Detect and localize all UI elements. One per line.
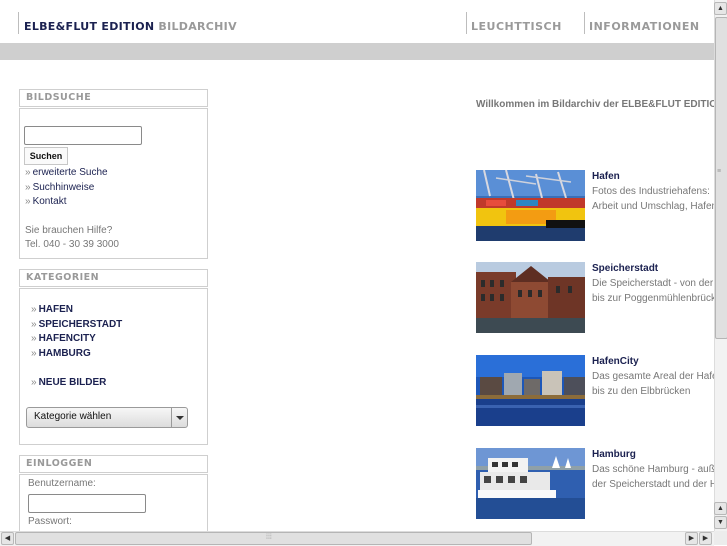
category-label: HAMBURG: [38, 348, 91, 359]
link-arrow: »: [25, 196, 31, 207]
category-neue-bilder[interactable]: » NEUE BILDER: [31, 377, 106, 388]
category-select[interactable]: Kategorie wählen: [26, 407, 188, 428]
scroll-right-icon[interactable]: ▶: [685, 532, 698, 545]
category-hafen[interactable]: » HAFEN: [31, 304, 73, 315]
link-label: Kontakt: [32, 196, 67, 207]
vertical-scroll-thumb[interactable]: [715, 17, 727, 339]
username-field[interactable]: [28, 494, 146, 513]
help-phone: Tel. 040 - 30 39 3000: [25, 239, 119, 250]
link-arrow: »: [31, 333, 37, 344]
help-question: Sie brauchen Hilfe?: [25, 225, 113, 236]
categories-panel-header: KATEGORIEN: [19, 269, 208, 287]
brand-subtitle: BILDARCHIV: [158, 20, 237, 33]
welcome-heading: Willkommen im Bildarchiv der ELBE&FLUT E…: [476, 99, 725, 110]
section-desc-line: Das schöne Hamburg - außer: [592, 464, 724, 475]
section-desc-speicherstadt: Die Speicherstadt - von der bis zur Pogg…: [592, 276, 722, 306]
thumb-hamburg[interactable]: [476, 448, 585, 519]
grip-icon: ⁞⁞⁞: [266, 534, 272, 541]
speicherstadt-photo: [476, 262, 585, 333]
link-erweiterte-suche[interactable]: » erweiterte Suche: [25, 167, 108, 178]
section-title-hafen[interactable]: Hafen: [592, 171, 620, 182]
brand-name: ELBE&FLUT EDITION: [24, 20, 155, 33]
link-arrow: »: [31, 304, 37, 315]
section-title-hamburg[interactable]: Hamburg: [592, 449, 636, 460]
category-label: HAFENCITY: [38, 333, 96, 344]
category-label: HAFEN: [38, 304, 74, 315]
link-arrow: »: [31, 319, 37, 330]
section-desc-line: bis zu den Elbbrücken: [592, 386, 691, 397]
link-label: erweiterte Suche: [32, 167, 108, 178]
login-panel-header: EINLOGGEN: [19, 455, 208, 473]
section-desc-hafen: Fotos des Industriehafens: Arbeit und Um…: [592, 184, 717, 214]
chevron-down-icon: [171, 408, 187, 427]
thumb-hafen[interactable]: [476, 170, 585, 241]
hamburg-photo: [476, 448, 585, 519]
search-panel-header: BILDSUCHE: [19, 89, 208, 107]
scrollbar-corner: [714, 531, 727, 545]
nav-divider: [466, 12, 467, 34]
category-label: SPEICHERSTADT: [38, 319, 123, 330]
nav-leuchttisch[interactable]: LEUCHTTISCH: [471, 20, 562, 33]
username-label: Benutzername:: [28, 478, 96, 489]
section-desc-hafencity: Das gesamte Areal der Hafen bis zu den E…: [592, 369, 723, 399]
harbor-photo: [476, 170, 585, 241]
horizontal-scroll-thumb[interactable]: [15, 532, 532, 545]
section-desc-line: Das gesamte Areal der Hafen: [592, 371, 724, 382]
search-input[interactable]: [24, 126, 142, 145]
section-title-speicherstadt[interactable]: Speicherstadt: [592, 263, 658, 274]
nav-informationen[interactable]: INFORMATIONEN: [589, 20, 700, 33]
scroll-up-icon[interactable]: ▲: [714, 502, 727, 515]
section-desc-line: der Speicherstadt und der H: [592, 479, 718, 490]
grip-icon: ≡: [717, 168, 722, 175]
category-speicherstadt[interactable]: » SPEICHERSTADT: [31, 319, 122, 330]
categories-panel-title: KATEGORIEN: [26, 272, 100, 283]
scroll-down-icon[interactable]: ▼: [714, 516, 727, 529]
section-desc-line: Die Speicherstadt - von der: [592, 278, 714, 289]
scroll-left-icon[interactable]: ◀: [1, 532, 14, 545]
section-desc-line: bis zur Poggenmühlenbrücke: [592, 293, 722, 304]
thumb-hafencity[interactable]: [476, 355, 585, 426]
search-button[interactable]: Suchen: [24, 147, 68, 165]
section-title-hafencity[interactable]: HafenCity: [592, 356, 639, 367]
thumb-speicherstadt[interactable]: [476, 262, 585, 333]
header-bar: [0, 43, 714, 60]
section-desc-hamburg: Das schöne Hamburg - außer der Speichers…: [592, 462, 724, 492]
password-label: Passwort:: [28, 516, 72, 527]
section-desc-line: Fotos des Industriehafens:: [592, 186, 710, 197]
scroll-right-icon[interactable]: ▶: [699, 532, 712, 545]
link-kontakt[interactable]: » Kontakt: [25, 196, 66, 207]
nav-divider: [584, 12, 585, 34]
link-suchhinweise[interactable]: » Suchhinweise: [25, 182, 94, 193]
link-arrow: »: [25, 167, 31, 178]
brand-logo[interactable]: ELBE&FLUT EDITION BILDARCHIV: [24, 20, 237, 33]
search-panel-title: BILDSUCHE: [26, 92, 92, 103]
category-hafencity[interactable]: » HAFENCITY: [31, 333, 96, 344]
hafencity-photo: [476, 355, 585, 426]
category-select-value: Kategorie wählen: [34, 411, 112, 422]
category-hamburg[interactable]: » HAMBURG: [31, 348, 91, 359]
link-label: Suchhinweise: [32, 182, 95, 193]
login-panel-title: EINLOGGEN: [26, 458, 93, 469]
link-arrow: »: [31, 348, 37, 359]
section-desc-line: Arbeit und Umschlag, Hafen: [592, 201, 718, 212]
scroll-up-icon[interactable]: ▲: [714, 2, 727, 15]
link-arrow: »: [25, 182, 31, 193]
link-arrow: »: [31, 377, 37, 388]
category-label: NEUE BILDER: [38, 377, 107, 388]
header-divider: [18, 12, 19, 34]
